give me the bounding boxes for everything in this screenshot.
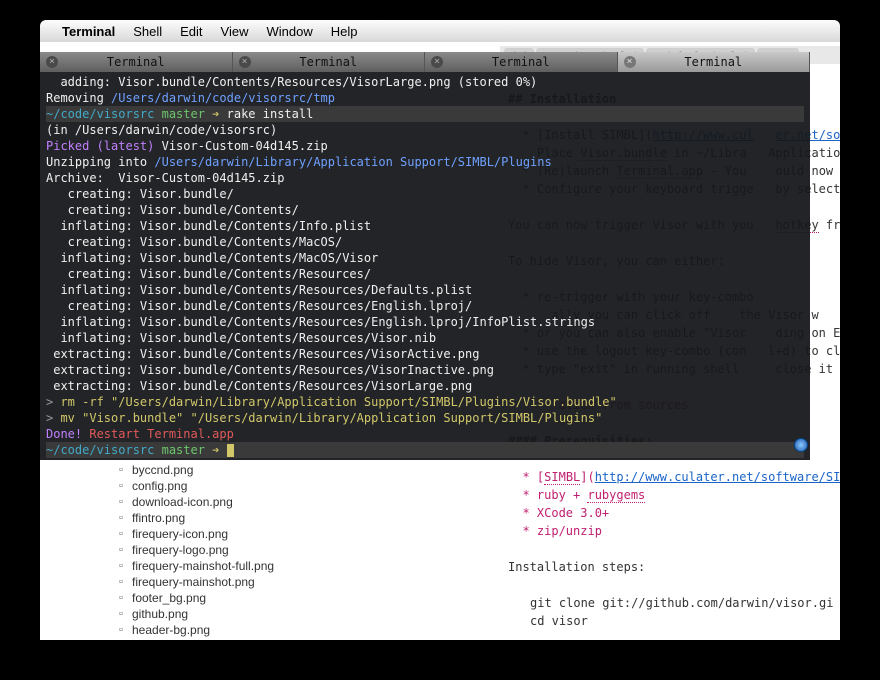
terminal-text: Restart Terminal.app [89,427,234,441]
terminal-text: mv "Visor.bundle" "/Users/darwin/Library… [60,411,602,425]
terminal-text: creating: Visor.bundle/Contents/MacOS/ [46,235,342,249]
file-tree-item[interactable]: ▫ffintro.png [110,510,430,526]
terminal-text: creating: Visor.bundle/ [46,187,234,201]
close-icon[interactable]: × [624,56,636,68]
file-tree-item[interactable]: ▫github.png [110,606,430,622]
close-icon[interactable]: × [431,56,443,68]
terminal-tab-label: Terminal [107,54,165,70]
terminal-text: Removing [46,91,111,105]
file-tree-panel[interactable]: ▫byccnd.png▫config.png▫download-icon.png… [110,462,430,640]
file-icon: ▫ [114,606,128,622]
terminal-text: > [46,411,60,425]
terminal-text: Archive: Visor-Custom-04d145.zip [46,171,284,185]
file-tree-item[interactable]: ▫footer_bg.png [110,590,430,606]
file-name-label: ffintro.png [132,510,185,526]
file-name-label: download-icon.png [132,494,233,510]
terminal-tab-label: Terminal [684,54,742,70]
terminal-text: rm -rf "/Users/darwin/Library/Applicatio… [60,395,616,409]
terminal-text: inflating: Visor.bundle/Contents/MacOS/V… [46,251,378,265]
file-icon: ▫ [114,622,128,638]
terminal-text: creating: Visor.bundle/Contents/Resource… [46,267,371,281]
terminal-cursor [227,444,234,457]
terminal-text: master [162,443,213,457]
terminal-tab[interactable]: × Terminal [618,52,811,72]
terminal-tabbar: × Terminal × Terminal × Terminal × Terminal [40,52,810,72]
close-icon[interactable]: × [239,56,251,68]
terminal-text: /Users/darwin/code/visorsrc/tmp [111,91,335,105]
menu-shell[interactable]: Shell [133,24,162,39]
terminal-tab[interactable]: × Terminal [425,52,618,72]
file-tree-item[interactable]: ▫header-bg.png [110,622,430,638]
terminal-text: ➔ [212,443,226,457]
file-tree-item[interactable]: ▫firequery-mainshot-full.png [110,558,430,574]
terminal-text: inflating: Visor.bundle/Contents/Info.pl… [46,219,371,233]
terminal-text: creating: Visor.bundle/Contents/ [46,203,299,217]
file-tree-item[interactable]: ▫firequery-icon.png [110,526,430,542]
menu-window[interactable]: Window [267,24,313,39]
file-name-label: firequery-logo.png [132,542,229,558]
file-icon: ▫ [114,510,128,526]
terminal-text: Visor-Custom-04d145.zip [162,139,328,153]
file-name-label: firequery-icon.png [132,526,228,542]
terminal-text: /Users/darwin/Library/Application Suppor… [154,155,551,169]
menu-view[interactable]: View [221,24,249,39]
terminal-text: ~/code/visorsrc [46,443,162,457]
terminal-text: inflating: Visor.bundle/Contents/Resourc… [46,283,472,297]
scroll-thumb-icon[interactable] [794,438,808,452]
file-name-label: config.png [132,478,187,494]
desktop-area: d | o product.html | o default.html | e.… [40,42,840,640]
file-name-label: header-bg.png [132,622,210,638]
terminal-text: extracting: Visor.bundle/Contents/Resour… [46,363,494,377]
terminal-text: inflating: Visor.bundle/Contents/Resourc… [46,315,595,329]
file-icon: ▫ [114,542,128,558]
file-icon: ▫ [114,558,128,574]
mac-menubar: Terminal Shell Edit View Window Help [40,20,840,42]
terminal-text: ~/code/visorsrc [46,107,162,121]
menu-edit[interactable]: Edit [180,24,202,39]
file-name-label: footer_bg.png [132,590,206,606]
terminal-text: Unzipping into [46,155,154,169]
terminal-text: (in /Users/darwin/code/visorsrc) [46,123,277,137]
file-tree-item[interactable]: ▫byccnd.png [110,462,430,478]
file-icon: ▫ [114,462,128,478]
terminal-text: > [46,395,60,409]
terminal-tab-label: Terminal [299,54,357,70]
terminal-tab-label: Terminal [492,54,550,70]
close-icon[interactable]: × [46,56,58,68]
terminal-text: rake install [227,107,314,121]
terminal-tab[interactable]: × Terminal [40,52,233,72]
file-tree-item[interactable]: ▫download-icon.png [110,494,430,510]
terminal-output[interactable]: adding: Visor.bundle/Contents/Resources/… [40,72,810,460]
file-name-label: firequery-mainshot-full.png [132,558,274,574]
terminal-text: inflating: Visor.bundle/Contents/Resourc… [46,331,436,345]
file-name-label: byccnd.png [132,462,193,478]
visor-terminal: × Terminal × Terminal × Terminal × Terminal add… [40,52,810,460]
file-name-label: firequery-mainshot.png [132,574,255,590]
terminal-text: Done! [46,427,89,441]
terminal-text: master [162,107,213,121]
terminal-text: extracting: Visor.bundle/Contents/Resour… [46,379,472,393]
menu-app[interactable]: Terminal [62,24,115,39]
file-tree-item[interactable]: ▫config.png [110,478,430,494]
terminal-text: Picked (latest) [46,139,162,153]
terminal-text: adding: Visor.bundle/Contents/Resources/… [46,75,537,89]
file-tree-item[interactable]: ▫firequery-mainshot.png [110,574,430,590]
file-icon: ▫ [114,574,128,590]
menu-help[interactable]: Help [331,24,358,39]
file-name-label: github.png [132,606,188,622]
terminal-text: extracting: Visor.bundle/Contents/Resour… [46,347,479,361]
file-icon: ▫ [114,526,128,542]
file-tree-item[interactable]: ▫firequery-logo.png [110,542,430,558]
file-icon: ▫ [114,494,128,510]
file-icon: ▫ [114,590,128,606]
file-icon: ▫ [114,478,128,494]
terminal-text: ➔ [212,107,226,121]
terminal-tab[interactable]: × Terminal [233,52,426,72]
terminal-text: creating: Visor.bundle/Contents/Resource… [46,299,472,313]
